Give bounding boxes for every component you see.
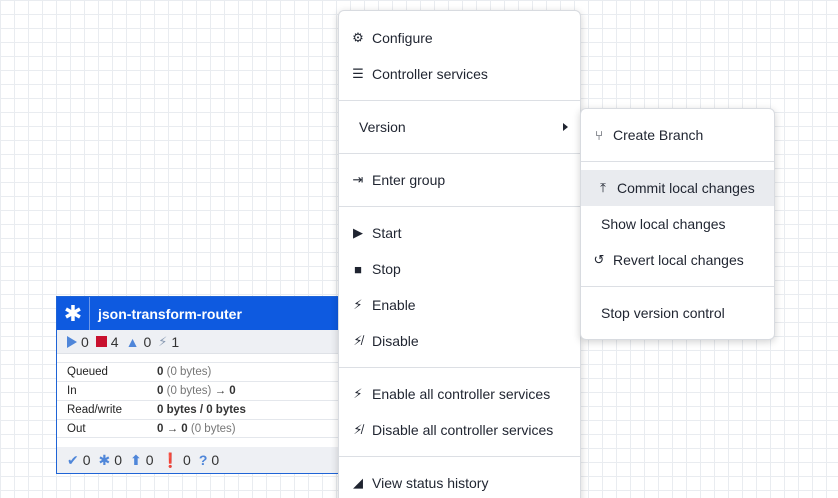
- menu-divider: [581, 286, 774, 287]
- menu-item-enable-all-controller-services[interactable]: ⚡ Enable all controller services: [339, 376, 580, 412]
- menu-item-enter-group[interactable]: ⇥ Enter group: [339, 162, 580, 198]
- exclamation-circle-icon: ❗: [161, 451, 180, 468]
- menu-item-version[interactable]: Version: [339, 109, 580, 145]
- process-group-title: json-transform-router: [98, 305, 242, 322]
- play-icon: ▶: [353, 225, 363, 240]
- metric-row-in: In 0 (0 bytes) → 0: [57, 381, 355, 400]
- menu-item-stop[interactable]: ■ Stop: [339, 251, 580, 287]
- up-to-date-count: ✔ 0: [67, 451, 91, 469]
- running-count: 0: [67, 334, 89, 350]
- stop-icon: ■: [354, 261, 362, 277]
- menu-item-create-branch[interactable]: ⑂ Create Branch: [581, 117, 774, 153]
- stopped-count: 4: [95, 334, 119, 350]
- bolt-slash-icon: ⚡̸: [353, 422, 363, 437]
- menu-item-commit-local-changes[interactable]: ⤒ Commit local changes: [581, 170, 774, 206]
- area-chart-icon: ◢: [353, 475, 363, 490]
- arrow-up-circle-icon: ⬆: [130, 451, 142, 468]
- sign-in-icon: ⇥: [352, 172, 364, 187]
- process-group-version-stats: ✔ 0 ✱ 0 ⬆ 0 ❗ 0 ? 0: [57, 447, 355, 473]
- menu-item-disable[interactable]: ⚡̸ Disable: [339, 323, 580, 359]
- bolt-slash-icon: ⚡̸: [353, 333, 363, 348]
- play-icon: [67, 335, 77, 348]
- bolt-icon: ⚡: [353, 386, 363, 401]
- stop-icon: [95, 336, 107, 347]
- menu-divider: [339, 100, 580, 101]
- process-group-card[interactable]: ✱ json-transform-router 0 4 ▲ 0 ⚡ 1 Queu…: [56, 296, 356, 474]
- sync-failure-count: ❗ 0: [161, 451, 191, 469]
- process-group-icon: ✱: [57, 297, 90, 330]
- menu-divider: [339, 456, 580, 457]
- menu-item-disable-all-controller-services[interactable]: ⚡̸ Disable all controller services: [339, 412, 580, 448]
- gear-icon: ⚙: [352, 30, 364, 45]
- invalid-count: ▲ 0: [125, 333, 152, 350]
- process-group-metrics: Queued 0 (0 bytes) In 0 (0 bytes) → 0 Re…: [57, 362, 355, 438]
- menu-divider: [339, 206, 580, 207]
- menu-item-start[interactable]: ▶ Start: [339, 215, 580, 251]
- metric-row-queued: Queued 0 (0 bytes): [57, 362, 355, 381]
- menu-item-enable[interactable]: ⚡ Enable: [339, 287, 580, 323]
- menu-item-configure[interactable]: ⚙ Configure: [339, 20, 580, 56]
- question-icon: ?: [198, 452, 208, 468]
- warning-icon: ▲: [125, 333, 140, 350]
- list-icon: ☰: [352, 66, 364, 81]
- menu-divider: [339, 153, 580, 154]
- code-branch-icon: ⑂: [595, 127, 603, 143]
- disabled-count: ⚡ 1: [158, 333, 180, 350]
- unknown-count: ? 0: [198, 452, 220, 468]
- metric-row-readwrite: Read/write 0 bytes / 0 bytes: [57, 400, 355, 419]
- upload-icon: ⤒: [600, 180, 606, 195]
- menu-item-show-local-changes[interactable]: Show local changes: [581, 206, 774, 242]
- process-group-stats: 0 4 ▲ 0 ⚡ 1: [57, 330, 355, 354]
- menu-item-view-status-history[interactable]: ◢ View status history: [339, 465, 580, 498]
- chevron-right-icon: [563, 123, 568, 131]
- menu-divider: [581, 161, 774, 162]
- process-group-header[interactable]: ✱ json-transform-router: [57, 297, 355, 330]
- menu-item-controller-services[interactable]: ☰ Controller services: [339, 56, 580, 92]
- undo-icon: ↺: [593, 252, 605, 267]
- context-menu: ⚙ Configure ☰ Controller services Versio…: [338, 10, 581, 498]
- locally-modified-count: ✱ 0: [98, 451, 123, 469]
- check-icon: ✔: [67, 451, 79, 468]
- disabled-icon: ⚡: [158, 333, 168, 349]
- metric-row-out: Out 0 → 0 (0 bytes): [57, 419, 355, 438]
- bolt-icon: ⚡: [353, 297, 363, 312]
- asterisk-icon: ✱: [98, 451, 111, 468]
- menu-divider: [339, 367, 580, 368]
- stale-count: ⬆ 0: [130, 451, 154, 469]
- menu-item-stop-version-control[interactable]: Stop version control: [581, 295, 774, 331]
- menu-item-revert-local-changes[interactable]: ↺ Revert local changes: [581, 242, 774, 278]
- version-submenu: ⑂ Create Branch ⤒ Commit local changes S…: [580, 108, 775, 340]
